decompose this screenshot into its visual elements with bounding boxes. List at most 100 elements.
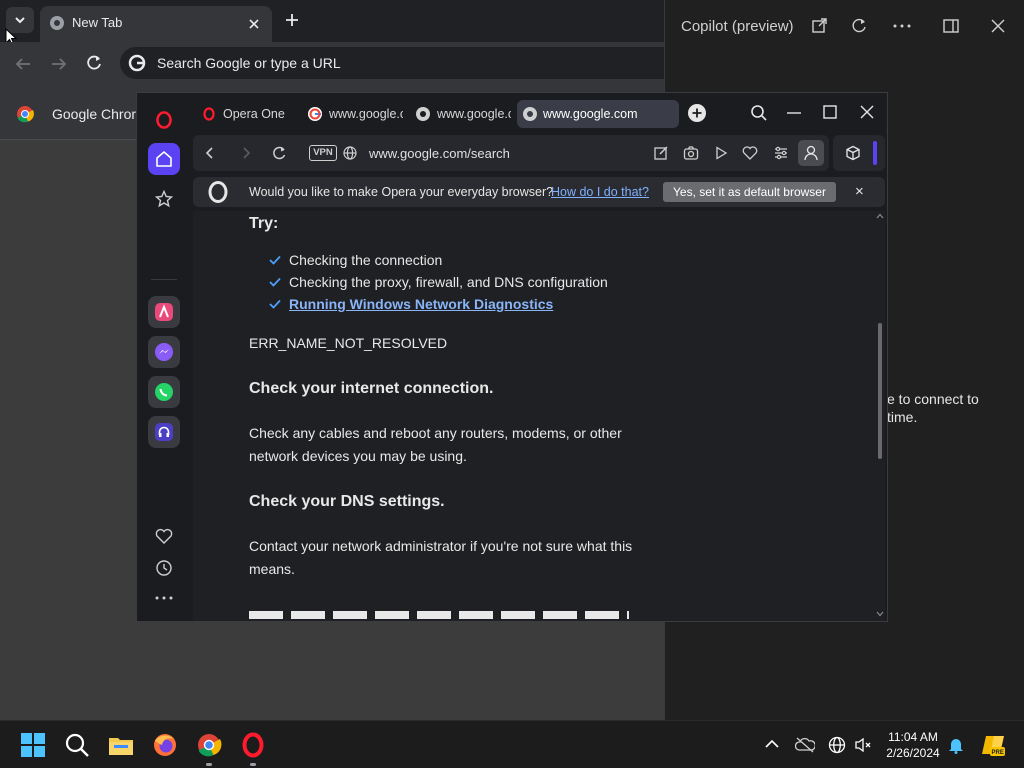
chrome-running-indicator — [206, 763, 212, 766]
profile-button[interactable] — [798, 140, 824, 166]
opera-icon — [203, 107, 215, 121]
profile-icon — [804, 145, 818, 161]
volume-muted-icon[interactable] — [854, 737, 872, 753]
scroll-up-icon[interactable] — [876, 213, 884, 219]
sidebar-whatsapp-button[interactable] — [148, 376, 180, 408]
opera-tab-strip: Opera One www.google.co www.google.co ww… — [191, 93, 887, 133]
close-icon[interactable] — [860, 105, 874, 119]
checkmark-icon — [269, 255, 281, 265]
sidebar-music-button[interactable] — [148, 416, 180, 448]
home-button[interactable] — [148, 143, 180, 175]
minimize-icon[interactable] — [787, 112, 801, 114]
chrome-icon — [523, 107, 537, 121]
opera-sidebar — [137, 93, 191, 621]
plus-icon — [692, 108, 702, 118]
opera-tab-google-1[interactable]: www.google.co — [303, 100, 403, 128]
history-clock-icon[interactable] — [155, 559, 173, 577]
opera-taskbar-icon[interactable] — [239, 731, 267, 759]
extensions-area — [833, 135, 885, 171]
aria-icon — [155, 303, 173, 321]
new-tab-button[interactable] — [688, 104, 706, 122]
network-globe-icon[interactable] — [828, 736, 846, 754]
reload-icon[interactable] — [271, 145, 287, 161]
search-tabs-icon[interactable] — [750, 104, 768, 122]
try-heading: Try: — [249, 215, 279, 232]
maximize-icon[interactable] — [823, 105, 837, 119]
play-icon[interactable] — [713, 145, 729, 161]
more-dots-icon[interactable] — [155, 596, 173, 600]
section-text: Contact your network administrator if yo… — [249, 538, 633, 554]
sidebar-accent — [873, 141, 877, 165]
firefox-icon[interactable] — [151, 731, 179, 759]
new-tab-plus-icon[interactable] — [284, 12, 300, 28]
onedrive-offline-icon[interactable] — [795, 737, 815, 753]
system-clock[interactable]: 11:04 AM 2/26/2024 — [872, 729, 954, 761]
set-default-button[interactable]: Yes, set it as default browser — [663, 182, 836, 202]
opera-tab-google-active[interactable]: www.google.com — [517, 100, 679, 128]
opera-logo-icon[interactable] — [156, 111, 172, 129]
globe-icon — [343, 146, 357, 160]
scroll-down-icon[interactable] — [876, 611, 884, 617]
tab-title: New Tab — [72, 15, 123, 30]
banner-close-button[interactable]: × — [855, 183, 864, 200]
search-icon[interactable] — [63, 731, 91, 759]
back-arrow-icon[interactable] — [203, 146, 217, 160]
chrome-taskbar-icon[interactable] — [195, 731, 223, 759]
messenger-icon — [155, 343, 173, 361]
chrome-logo-icon — [17, 106, 34, 123]
forward-arrow-icon[interactable] — [50, 55, 68, 73]
edit-icon[interactable] — [653, 145, 669, 161]
open-external-icon[interactable] — [811, 18, 827, 34]
heart-icon[interactable] — [742, 145, 758, 161]
home-icon — [156, 150, 172, 167]
error-page-content: Try: Checking the connection Checking th… — [193, 211, 875, 621]
svg-text:PRE: PRE — [992, 750, 1004, 756]
section-text: means. — [249, 561, 295, 577]
copilot-partial-text: e to connect to time. — [887, 391, 979, 425]
forward-arrow-icon[interactable] — [239, 146, 253, 160]
chrome-tab-bar: New Tab — [0, 0, 664, 46]
whatsapp-icon — [155, 383, 173, 401]
sidebar-messenger-button[interactable] — [148, 336, 180, 368]
split-view-icon[interactable] — [943, 18, 959, 34]
bookmarks-star-icon[interactable] — [155, 190, 173, 208]
heart-icon[interactable] — [155, 528, 173, 544]
opera-address-bar: VPN www.google.com/search — [193, 135, 829, 171]
camera-icon[interactable] — [683, 145, 699, 161]
notification-bell-icon[interactable] — [948, 736, 964, 754]
more-options-icon[interactable] — [893, 24, 911, 28]
opera-tab-opera-one[interactable]: Opera One — [197, 100, 297, 128]
section-text: Check any cables and reboot any routers,… — [249, 425, 622, 441]
refresh-icon[interactable] — [851, 18, 867, 34]
banner-how-link[interactable]: How do I do that? — [551, 185, 649, 199]
check-item: Checking the proxy, firewall, and DNS co… — [289, 274, 608, 290]
scrollbar-thumb[interactable] — [878, 323, 882, 459]
clock-date: 2/26/2024 — [886, 746, 940, 760]
back-arrow-icon[interactable] — [14, 55, 32, 73]
sidebar-divider — [151, 279, 177, 280]
network-diagnostics-link[interactable]: Running Windows Network Diagnostics — [289, 293, 553, 316]
clock-time: 11:04 AM — [888, 730, 938, 744]
opera-tab-google-2[interactable]: www.google.co — [411, 100, 511, 128]
windows-start-icon[interactable] — [19, 731, 47, 759]
file-explorer-icon[interactable] — [107, 731, 135, 759]
chevron-up-icon[interactable] — [765, 739, 779, 749]
close-icon[interactable] — [248, 18, 260, 30]
chrome-omnibox[interactable]: Search Google or type a URL — [120, 47, 664, 79]
page-scrollbar[interactable] — [875, 211, 885, 621]
bookmark-label: Google Chrom — [52, 106, 144, 122]
copilot-pre-icon[interactable]: PRE — [980, 732, 1006, 758]
chrome-icon — [50, 16, 64, 30]
opera-logo-icon — [208, 181, 228, 203]
chrome-tab-new-tab[interactable]: New Tab — [40, 6, 272, 42]
reload-icon[interactable] — [85, 54, 103, 72]
windows-taskbar: 11:04 AM 2/26/2024 PRE — [0, 720, 1024, 768]
sidebar-aria-button[interactable] — [148, 296, 180, 328]
address-text[interactable]: www.google.com/search — [369, 146, 510, 161]
extensions-cube-icon[interactable] — [845, 145, 861, 161]
chrome-icon — [416, 107, 430, 121]
easy-setup-icon[interactable] — [773, 145, 789, 161]
vpn-badge[interactable]: VPN — [309, 145, 337, 161]
close-icon[interactable] — [991, 19, 1005, 33]
omnibox-placeholder: Search Google or type a URL — [157, 55, 341, 71]
